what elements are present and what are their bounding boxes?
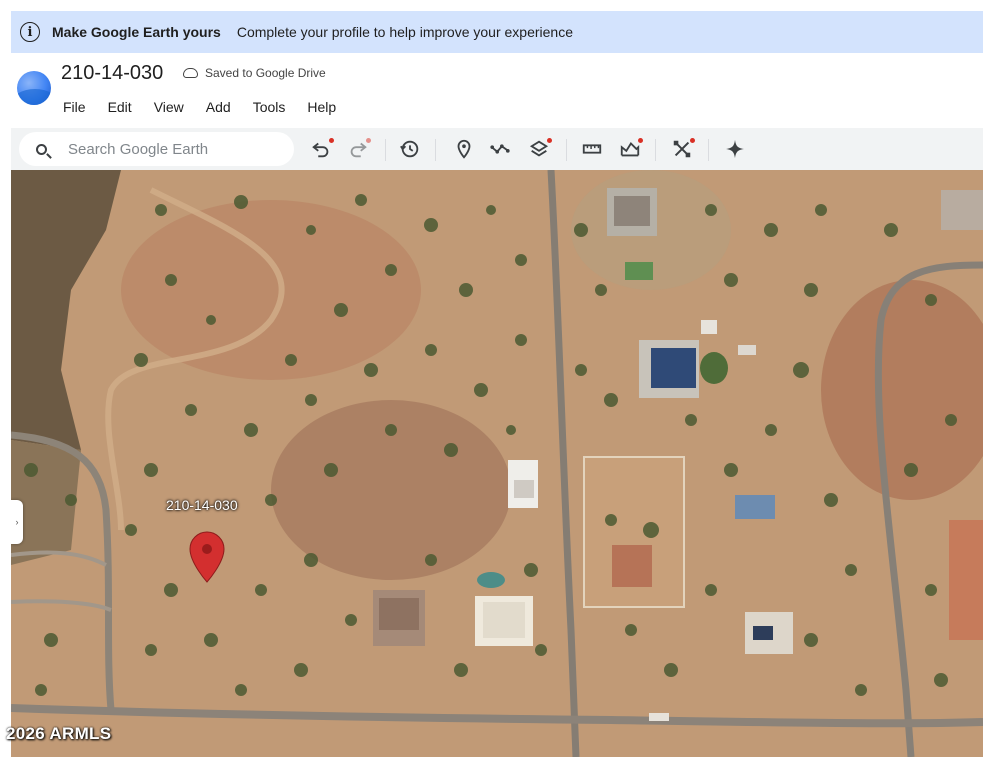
gemini-button[interactable] — [722, 136, 748, 162]
menu-help[interactable]: Help — [307, 99, 336, 115]
redo-indicator — [366, 138, 371, 143]
add-placemark-button[interactable] — [451, 136, 477, 162]
elevation-indicator — [638, 138, 643, 143]
satellite-tools-button[interactable] — [669, 136, 695, 162]
add-path-button[interactable] — [487, 136, 513, 162]
gemini-sparkle-icon — [725, 139, 745, 159]
banner-message[interactable]: Complete your profile to help improve yo… — [237, 24, 573, 40]
menu-tools[interactable]: Tools — [253, 99, 286, 115]
banner-title: Make Google Earth yours — [52, 24, 221, 40]
history-button[interactable] — [397, 136, 423, 162]
toolbar-divider — [385, 139, 386, 161]
cloud-icon — [183, 68, 198, 78]
google-earth-window: i Make Google Earth yours Complete your … — [11, 11, 983, 757]
toolbar-divider — [566, 139, 567, 161]
map-pin-icon[interactable] — [188, 530, 226, 584]
app-header: 210-14-030 Saved to Google Drive File Ed… — [11, 53, 983, 128]
measure-icon — [582, 144, 602, 154]
elevation-profile-button[interactable] — [617, 136, 643, 162]
add-placemark-icon — [457, 139, 471, 159]
undo-button[interactable] — [308, 136, 334, 162]
map-view[interactable]: 210-14-030 › — [11, 170, 983, 757]
menu-edit[interactable]: Edit — [108, 99, 132, 115]
info-icon: i — [20, 22, 40, 42]
measure-button[interactable] — [579, 136, 605, 162]
save-status-text: Saved to Google Drive — [205, 66, 326, 80]
toolbar-divider — [708, 139, 709, 161]
redo-button[interactable] — [345, 136, 371, 162]
search-box[interactable] — [19, 132, 294, 166]
project-title[interactable]: 210-14-030 — [61, 62, 163, 85]
save-status: Saved to Google Drive — [183, 66, 326, 80]
toolbar — [11, 128, 983, 170]
menu-file[interactable]: File — [63, 99, 86, 115]
menu-view[interactable]: View — [154, 99, 184, 115]
search-input[interactable] — [66, 139, 290, 159]
search-icon[interactable] — [36, 143, 47, 155]
undo-indicator — [329, 138, 334, 143]
layers-button[interactable] — [526, 136, 552, 162]
google-earth-logo[interactable] — [17, 71, 51, 105]
satellite-imagery — [11, 170, 983, 757]
history-icon — [400, 140, 419, 158]
toolbar-divider — [655, 139, 656, 161]
watermark: 2026 ARMLS — [6, 724, 112, 743]
menu-add[interactable]: Add — [206, 99, 231, 115]
layers-indicator — [547, 138, 552, 143]
toolbar-divider — [435, 139, 436, 161]
placemark-label: 210-14-030 — [166, 497, 238, 513]
expand-panel-handle[interactable]: › — [11, 500, 23, 544]
add-path-icon — [490, 144, 510, 154]
menu-bar: File Edit View Add Tools Help — [63, 99, 358, 115]
profile-banner: i Make Google Earth yours Complete your … — [11, 11, 983, 53]
satellite-tools-indicator — [690, 138, 695, 143]
